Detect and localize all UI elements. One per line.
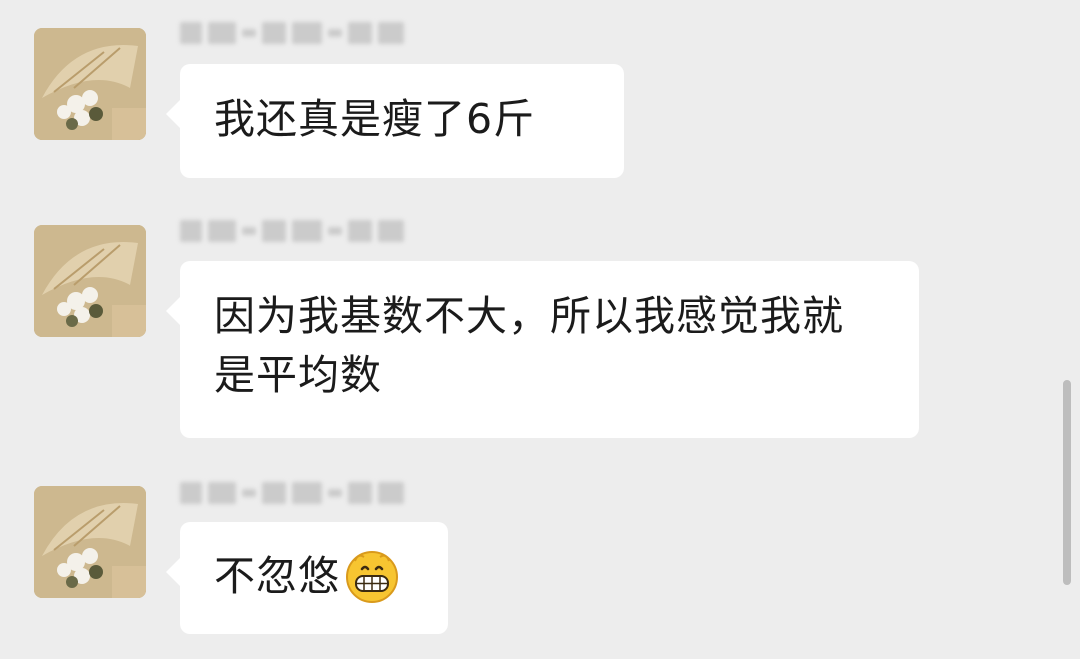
avatar[interactable] xyxy=(34,28,146,140)
message-bubble[interactable]: 因为我基数不大，所以我感觉我就是平均数 xyxy=(166,261,919,438)
sender-name-blurred xyxy=(180,214,420,248)
umbrella-avatar-icon xyxy=(34,486,146,598)
message-bubble[interactable]: 我还真是瘦了6斤 xyxy=(166,64,624,178)
umbrella-avatar-icon xyxy=(34,28,146,140)
message-text: 不忽悠 xyxy=(214,552,340,600)
message-text: 因为我基数不大，所以我感觉我就是平均数 xyxy=(214,292,844,399)
avatar[interactable] xyxy=(34,225,146,337)
sender-name-blurred xyxy=(180,16,420,50)
grinning-face-icon xyxy=(344,547,400,603)
message-text: 我还真是瘦了6斤 xyxy=(214,95,536,143)
umbrella-avatar-icon xyxy=(34,225,146,337)
scrollbar[interactable] xyxy=(1063,380,1071,585)
sender-name-blurred xyxy=(180,476,420,510)
message-bubble[interactable]: 不忽悠 xyxy=(166,522,448,634)
avatar[interactable] xyxy=(34,486,146,598)
